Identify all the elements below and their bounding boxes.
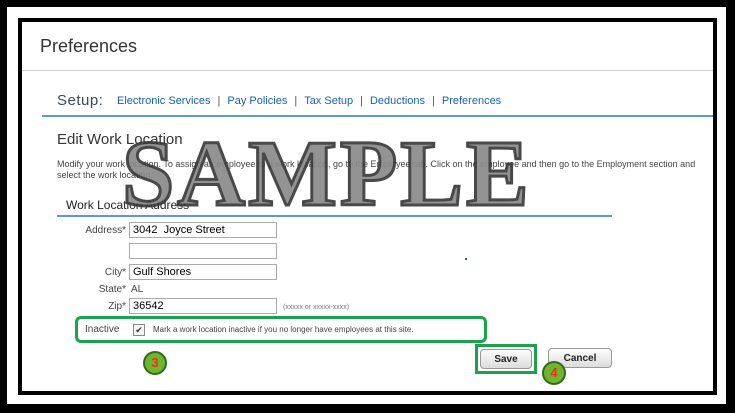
nav-separator: | (360, 95, 363, 107)
link-deductions[interactable]: Deductions (370, 95, 425, 107)
title-divider (22, 70, 713, 71)
inactive-highlight-box: Inactive ✔ Mark a work location inactive… (75, 316, 487, 343)
inactive-checkbox[interactable]: ✔ (133, 324, 145, 336)
address-line2-input[interactable] (129, 243, 277, 259)
inactive-label: Inactive (85, 324, 120, 335)
nav-separator: | (432, 95, 435, 107)
state-label: State* (98, 284, 126, 295)
setup-label: Setup: (57, 92, 104, 109)
inactive-help-text: Mark a work location inactive if you no … (153, 325, 414, 334)
step-4-badge: 4 (542, 361, 566, 385)
sample-watermark: SAMPLE (121, 121, 532, 228)
link-tax-setup[interactable]: Tax Setup (304, 95, 353, 107)
state-value: AL (131, 284, 144, 295)
stray-dot (465, 258, 467, 260)
link-preferences[interactable]: Preferences (442, 95, 501, 107)
city-label: City* (104, 267, 126, 278)
nav-separator: | (217, 95, 221, 107)
city-input[interactable] (129, 264, 277, 280)
link-pay-policies[interactable]: Pay Policies (227, 95, 287, 107)
nav-separator: | (294, 95, 298, 107)
step-3-badge: 3 (143, 351, 167, 375)
address-label: Address* (85, 225, 126, 236)
link-electronic-services[interactable]: Electronic Services (117, 95, 211, 107)
setup-divider (42, 115, 713, 117)
zip-label: Zip* (108, 301, 126, 312)
page-title: Preferences (40, 36, 138, 56)
save-button[interactable]: Save (480, 349, 532, 369)
setup-nav: Electronic Services | Pay Policies | Tax Set… (117, 95, 501, 107)
zip-format-hint: (xxxxx or xxxxx-xxxx) (283, 304, 350, 311)
zip-input[interactable] (129, 298, 277, 314)
preferences-screen: Preferences Setup: Electronic Services | P… (22, 22, 713, 391)
